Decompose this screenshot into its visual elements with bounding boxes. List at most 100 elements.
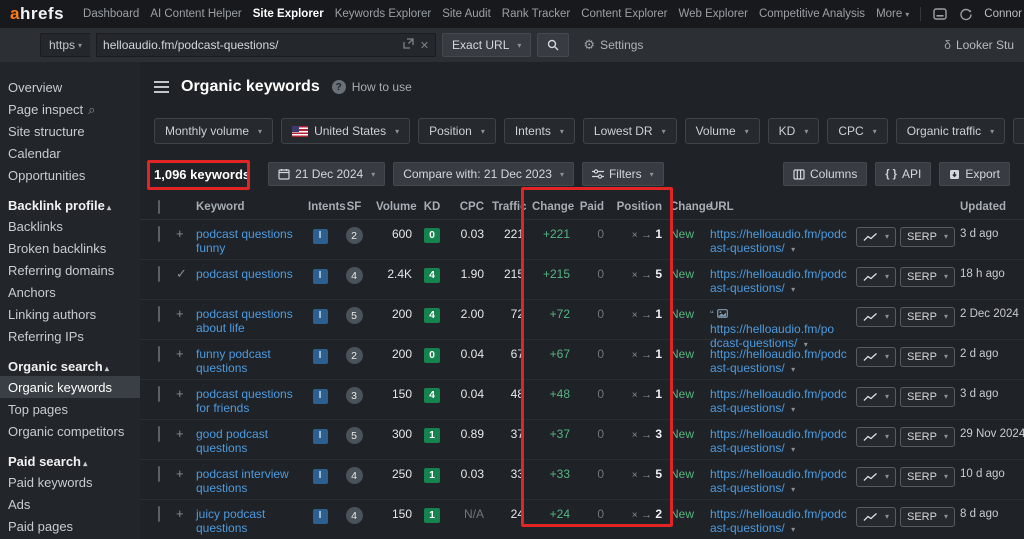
row-checkbox[interactable] xyxy=(158,426,160,442)
check-icon[interactable]: ✓ xyxy=(176,266,187,281)
serp-button[interactable]: SERP ▾ xyxy=(900,347,955,367)
settings-button[interactable]: ⚙ Settings xyxy=(583,37,643,53)
url-link[interactable]: https://helloaudio.fm/podc ast-questions/… xyxy=(710,387,848,417)
row-checkbox[interactable] xyxy=(158,266,160,282)
mode-select[interactable]: Exact URL ▾ xyxy=(442,33,532,57)
intent-badge[interactable]: I xyxy=(312,508,328,524)
col-updated[interactable]: Updated xyxy=(956,200,1024,214)
position-history-button[interactable]: ▾ xyxy=(856,267,897,287)
add-keyword-icon[interactable]: + xyxy=(176,306,184,321)
url-link[interactable]: https://helloaudio.fm/podc ast-questions/… xyxy=(710,227,848,257)
url-link[interactable]: https://helloaudio.fm/podc ast-questions/… xyxy=(710,467,848,497)
intent-badge[interactable]: I xyxy=(312,348,328,364)
filter-monthly-volume[interactable]: Monthly volume ▾ xyxy=(154,118,274,144)
appearance-icon[interactable] xyxy=(933,8,947,20)
sidebar-section-header[interactable]: Organic search ▴ xyxy=(0,356,140,376)
intent-badge[interactable]: I xyxy=(312,388,328,404)
open-external-icon[interactable] xyxy=(403,38,414,52)
col-change[interactable]: Change xyxy=(528,200,574,214)
sidebar-item-calendar[interactable]: Calendar xyxy=(0,142,140,164)
col-cpc[interactable]: CPC xyxy=(448,200,488,214)
sidebar-item-site-structure[interactable]: Site structure xyxy=(0,120,140,142)
user-account[interactable]: Connor Gillivan's xyxy=(984,8,1024,20)
row-checkbox[interactable] xyxy=(158,346,160,362)
topnav-item-rank-tracker[interactable]: Rank Tracker xyxy=(502,8,570,20)
serp-button[interactable]: SERP ▾ xyxy=(900,467,955,487)
url-link[interactable]: https://helloaudio.fm/podc ast-questions/… xyxy=(710,507,848,537)
target-url-input[interactable] xyxy=(103,38,397,52)
position-history-button[interactable]: ▾ xyxy=(856,347,897,367)
row-checkbox[interactable] xyxy=(158,466,160,482)
sidebar-item-referring-domains[interactable]: Referring domains xyxy=(0,259,140,281)
serp-button[interactable]: SERP ▾ xyxy=(900,507,955,527)
filter-intents[interactable]: Intents ▾ xyxy=(503,118,575,144)
sidebar-item-broken-backlinks[interactable]: Broken backlinks xyxy=(0,237,140,259)
date-picker-button[interactable]: 21 Dec 2024 ▾ xyxy=(268,162,386,186)
filter-volume[interactable]: Volume ▾ xyxy=(684,118,760,144)
intent-badge[interactable]: I xyxy=(312,268,328,284)
sidebar-item-paid-keywords[interactable]: Paid keywords xyxy=(0,471,140,493)
sidebar-item-ads[interactable]: Ads xyxy=(0,493,140,515)
keyword-link[interactable]: juicy podcast questions xyxy=(196,507,265,535)
sidebar-item-referring-ips[interactable]: Referring IPs xyxy=(0,325,140,347)
url-link[interactable]: https://helloaudio.fm/podc ast-questions/… xyxy=(710,267,848,297)
ahrefs-logo[interactable]: ahrefs xyxy=(10,4,64,24)
add-keyword-icon[interactable]: + xyxy=(176,426,184,441)
topnav-item-dashboard[interactable]: Dashboard xyxy=(83,8,139,20)
position-history-button[interactable]: ▾ xyxy=(856,307,897,327)
position-history-button[interactable]: ▾ xyxy=(856,427,897,447)
filter-organic-traffic[interactable]: Organic traffic ▾ xyxy=(895,118,1006,144)
usage-icon[interactable] xyxy=(959,8,972,21)
sidebar-item-linking-authors[interactable]: Linking authors xyxy=(0,303,140,325)
topnav-item-more[interactable]: More ▾ xyxy=(876,8,909,20)
filter-lowest-dr[interactable]: Lowest DR ▾ xyxy=(582,118,677,144)
col-paid[interactable]: Paid xyxy=(574,200,608,214)
intent-badge[interactable]: I xyxy=(312,468,328,484)
compare-date-button[interactable]: Compare with: 21 Dec 2023 ▾ xyxy=(393,162,574,186)
col-keyword[interactable]: Keyword xyxy=(192,200,304,214)
keyword-link[interactable]: podcast questions for friends xyxy=(196,387,293,415)
sidebar-section-header[interactable]: Paid search ▴ xyxy=(0,451,140,471)
col-change-2[interactable]: Change xyxy=(666,200,712,214)
add-keyword-icon[interactable]: + xyxy=(176,346,184,361)
url-link[interactable]: https://helloaudio.fm/podc ast-questions/… xyxy=(710,427,848,457)
how-to-use-link[interactable]: ? How to use xyxy=(331,80,412,94)
col-kd[interactable]: KD xyxy=(416,200,448,214)
serp-features-badge[interactable]: 4 xyxy=(345,267,363,284)
url-link[interactable]: “https://helloaudio.fm/po dcast-questions… xyxy=(710,307,848,352)
col-intents[interactable]: Intents xyxy=(304,200,346,214)
keyword-link[interactable]: good podcast questions xyxy=(196,427,268,455)
position-history-button[interactable]: ▾ xyxy=(856,387,897,407)
sidebar-section-header[interactable]: Backlink profile ▴ xyxy=(0,195,140,215)
sidebar-item-organic-competitors[interactable]: Organic competitors xyxy=(0,420,140,442)
sidebar-item-organic-keywords[interactable]: Organic keywords xyxy=(0,376,140,398)
col-traffic[interactable]: Traffic xyxy=(488,200,528,214)
sidebar-item-backlinks[interactable]: Backlinks xyxy=(0,215,140,237)
row-checkbox[interactable] xyxy=(158,506,160,522)
search-button[interactable] xyxy=(537,33,570,57)
position-history-button[interactable]: ▾ xyxy=(856,507,897,527)
filter-united-states[interactable]: United States ▾ xyxy=(281,118,411,144)
protocol-select[interactable]: https ▾ xyxy=(40,33,91,57)
serp-button[interactable]: SERP ▾ xyxy=(900,227,955,247)
add-keyword-icon[interactable]: + xyxy=(176,466,184,481)
sidebar-item-page-inspect[interactable]: Page inspect ⌕ xyxy=(0,98,140,120)
sidebar-item-top-pages[interactable]: Top pages xyxy=(0,398,140,420)
col-position[interactable]: Position xyxy=(608,200,666,214)
intent-badge[interactable]: I xyxy=(312,428,328,444)
position-history-button[interactable]: ▾ xyxy=(856,227,897,247)
add-keyword-icon[interactable]: + xyxy=(176,226,184,241)
topnav-item-site-explorer[interactable]: Site Explorer xyxy=(253,8,324,20)
intent-badge[interactable]: I xyxy=(312,308,328,324)
serp-features-badge[interactable]: 5 xyxy=(345,427,363,444)
add-keyword-icon[interactable]: + xyxy=(176,506,184,521)
serp-button[interactable]: SERP ▾ xyxy=(900,267,955,287)
filters-button[interactable]: Filters ▾ xyxy=(581,162,664,186)
topnav-item-content-explorer[interactable]: Content Explorer xyxy=(581,8,667,20)
sidebar-item-paid-pages[interactable]: Paid pages xyxy=(0,515,140,537)
topnav-item-ai-content-helper[interactable]: AI Content Helper xyxy=(150,8,241,20)
col-url[interactable]: URL xyxy=(706,200,852,214)
export-button[interactable]: Export xyxy=(939,162,1010,186)
looker-studio-link[interactable]: δ Looker Stu xyxy=(944,38,1014,52)
sidebar-item-overview[interactable]: Overview xyxy=(0,76,140,98)
